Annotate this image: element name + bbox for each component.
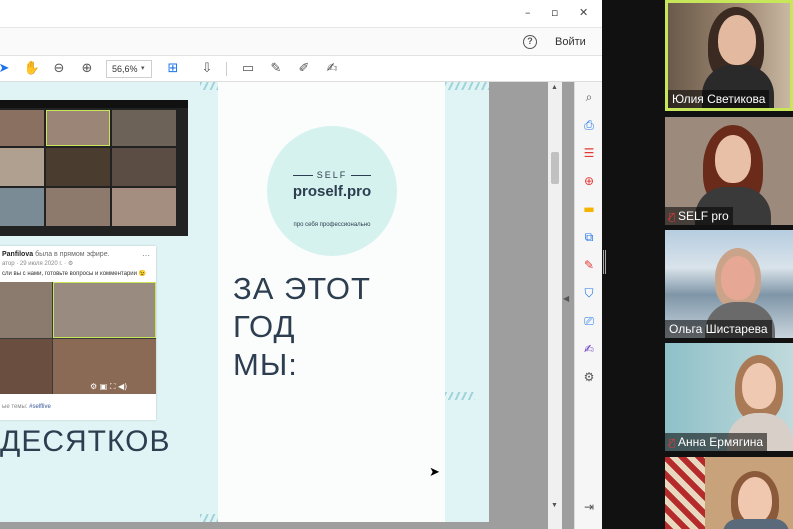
splitter-handle[interactable] xyxy=(603,250,606,274)
slide-title-line1: ЗА ЭТОТ ГОД xyxy=(233,271,371,344)
slide-right-strip xyxy=(445,82,489,522)
left-heading: ДЕСЯТКОВ xyxy=(0,425,171,458)
search-icon[interactable]: ⌕ xyxy=(580,88,598,106)
zoom-in-icon[interactable]: ⊕ xyxy=(77,59,97,79)
vertical-scrollbar[interactable]: ▲ ▼ xyxy=(548,82,562,529)
menu-bar: ? Войти xyxy=(0,28,602,56)
title-bar: – ▫ ✕ xyxy=(0,0,602,28)
decorative-stripes xyxy=(445,392,475,400)
maximize-icon[interactable]: ▫ xyxy=(551,6,558,19)
combine-files-icon[interactable]: ⧉ xyxy=(580,228,598,246)
decorative-stripes xyxy=(200,82,218,90)
zoom-out-icon[interactable]: ⊖ xyxy=(49,59,69,79)
participant-tile[interactable]: 🎙̸ SELF pro xyxy=(665,117,793,225)
logo-line xyxy=(351,175,371,176)
panel-collapse-icon[interactable]: ◀ xyxy=(563,294,569,303)
logo-name: proself.pro xyxy=(292,183,372,200)
enhance-scans-icon[interactable]: ⎚ xyxy=(580,312,598,330)
comment-tool-icon[interactable]: ▬ xyxy=(580,200,598,218)
zoom-screenshot-header xyxy=(0,100,188,108)
slide-title: ЗА ЭТОТ ГОД МЫ: xyxy=(233,270,433,384)
post-author: Panfilova была в прямом эфире. xyxy=(2,251,110,258)
participant-name: 🎙̸ Анна Ермягина xyxy=(665,433,768,451)
send-for-signature-icon[interactable]: ✍ xyxy=(580,340,598,358)
chevron-down-icon[interactable]: ▾ xyxy=(141,60,145,78)
pdf-viewer-window: – ▫ ✕ ? Войти ➤ ✋ ⊖ ⊕ 56,6% ▾ ⊞ ⇩ ▭ ✎ ✐ … xyxy=(0,0,602,529)
slide-right-column: SELF proself.pro про себя профессиональн… xyxy=(218,82,445,522)
participant-name: Ольга Шистарева xyxy=(665,320,772,338)
slide-page: Panfilova была в прямом эфире. ··· атор … xyxy=(0,82,489,522)
more-tools-icon[interactable]: ⚙ xyxy=(580,368,598,386)
signin-button[interactable]: Войти xyxy=(555,36,586,48)
fit-page-icon[interactable]: ⊞ xyxy=(163,59,183,79)
fill-sign-icon[interactable]: ✎ xyxy=(580,256,598,274)
facebook-post: Panfilova была в прямом эфире. ··· атор … xyxy=(0,246,156,420)
participant-tile[interactable]: 🎙̸ Анна Ермягина xyxy=(665,343,793,451)
comment-icon[interactable]: ▭ xyxy=(238,59,258,79)
scroll-thumb[interactable] xyxy=(551,152,559,184)
participant-tile[interactable]: Ольга Шистарева xyxy=(665,230,793,338)
slide-title-line2: МЫ: xyxy=(233,347,298,382)
stamp-icon[interactable]: ✍ xyxy=(322,59,342,79)
scroll-up-icon[interactable]: ▲ xyxy=(551,84,558,91)
draw-icon[interactable]: ✐ xyxy=(294,59,314,79)
create-pdf-icon[interactable]: ⊕ xyxy=(580,172,598,190)
help-icon[interactable]: ? xyxy=(523,35,537,49)
highlight-icon[interactable]: ✎ xyxy=(266,59,286,79)
toolbar-divider xyxy=(226,62,227,76)
panel-expand-icon[interactable]: ⇥ xyxy=(580,498,598,516)
scroll-down-icon[interactable]: ▼ xyxy=(551,502,558,509)
participant-name: Юлия Светикова xyxy=(668,90,770,108)
zoom-call-screenshot xyxy=(0,100,188,236)
logo-self: SELF xyxy=(316,170,348,180)
protect-icon[interactable]: ⛉ xyxy=(580,284,598,302)
post-text: сли вы с нами, готовьте вопросы и коммен… xyxy=(2,271,147,277)
screen: – ▫ ✕ ? Войти ➤ ✋ ⊖ ⊕ 56,6% ▾ ⊞ ⇩ ▭ ✎ ✐ … xyxy=(0,0,793,529)
participant-name: 🎙̸ SELF pro xyxy=(665,207,733,225)
select-cursor-icon[interactable]: ➤ xyxy=(0,59,14,79)
scroll-mode-icon[interactable]: ⇩ xyxy=(197,59,217,79)
post-tags: ые темы: #selflive xyxy=(2,404,51,410)
mic-muted-icon: 🎙̸ xyxy=(669,212,676,223)
decorative-stripes xyxy=(445,82,489,90)
zoom-level-field[interactable]: 56,6% xyxy=(106,60,152,78)
more-icon: ··· xyxy=(142,251,150,260)
logo-tagline: про себя профессионально xyxy=(293,222,371,228)
hand-tool-icon[interactable]: ✋ xyxy=(22,59,42,79)
proself-logo: SELF proself.pro про себя профессиональн… xyxy=(267,126,397,256)
post-video: ⚙ ▣ ⛶ ◀) xyxy=(0,282,156,394)
participant-tile[interactable] xyxy=(665,457,793,529)
participant-tile[interactable]: Юлия Светикова xyxy=(665,0,793,111)
minimize-icon[interactable]: – xyxy=(525,6,531,19)
mic-muted-icon: 🎙̸ xyxy=(669,438,676,449)
toolbar: ➤ ✋ ⊖ ⊕ 56,6% ▾ ⊞ ⇩ ▭ ✎ ✐ ✍ xyxy=(0,56,602,82)
tools-side-panel: ⌕ ⎙ ☰ ⊕ ▬ ⧉ ✎ ⛉ ⎚ ✍ ⚙ ⇥ xyxy=(574,82,602,529)
post-date: атор · 29 июля 2020 г. · ⚙ xyxy=(2,261,74,267)
slide-left-column: Panfilova была в прямом эфире. ··· атор … xyxy=(0,82,200,522)
organize-pages-icon[interactable]: ☰ xyxy=(580,144,598,162)
close-icon[interactable]: ✕ xyxy=(579,6,588,19)
video-controls: ⚙ ▣ ⛶ ◀) xyxy=(90,382,128,391)
mouse-cursor: ➤ xyxy=(429,465,440,480)
export-pdf-icon[interactable]: ⎙ xyxy=(580,116,598,134)
